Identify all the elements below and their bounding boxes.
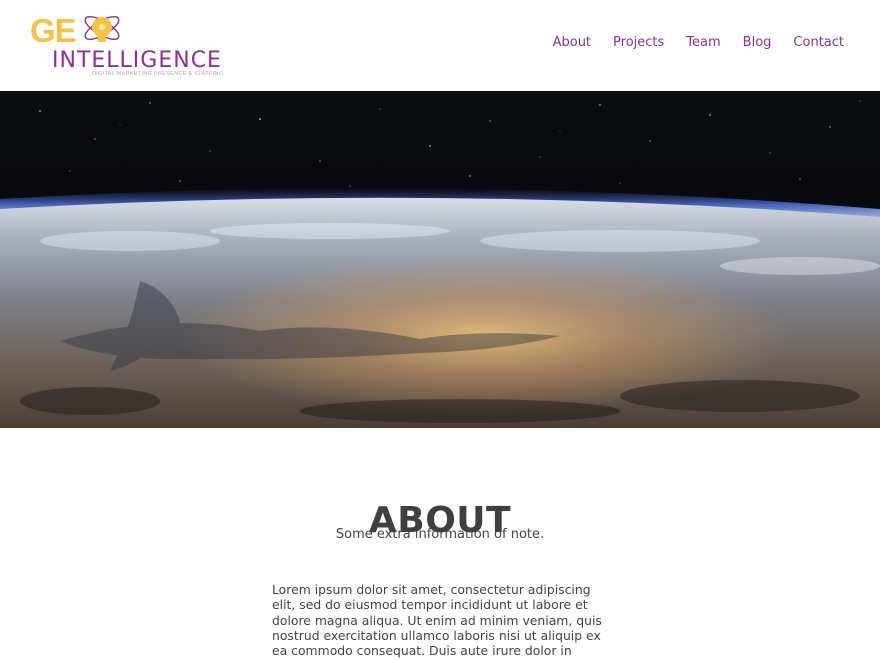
site-logo[interactable]: GE INTELLIGENCE DIGITAL MARKETING PRESEN… (30, 8, 230, 82)
nav-link-about[interactable]: About (553, 35, 591, 50)
hero-banner (0, 91, 880, 428)
earth-from-orbit-image (0, 91, 880, 428)
logo-text-ge: GE (30, 12, 77, 49)
logo-text-intelligence: INTELLIGENCE (52, 48, 222, 73)
nav-link-team[interactable]: Team (686, 35, 720, 50)
page: GE INTELLIGENCE DIGITAL MARKETING PRESEN… (0, 0, 880, 660)
nav-link-blog[interactable]: Blog (743, 35, 772, 50)
site-header: GE INTELLIGENCE DIGITAL MARKETING PRESEN… (0, 0, 880, 91)
main-nav: About Projects Team Blog Contact (553, 35, 844, 50)
logo-tagline: DIGITAL MARKETING PRESENCE & STAFFING (92, 71, 224, 77)
atom-lightbulb-icon (84, 16, 120, 42)
about-subtitle: Some extra information of note. (335, 527, 545, 542)
nav-link-contact[interactable]: Contact (793, 35, 844, 50)
about-body-text: Lorem ipsum dolor sit amet, consectetur … (272, 582, 602, 660)
nav-link-projects[interactable]: Projects (613, 35, 664, 50)
